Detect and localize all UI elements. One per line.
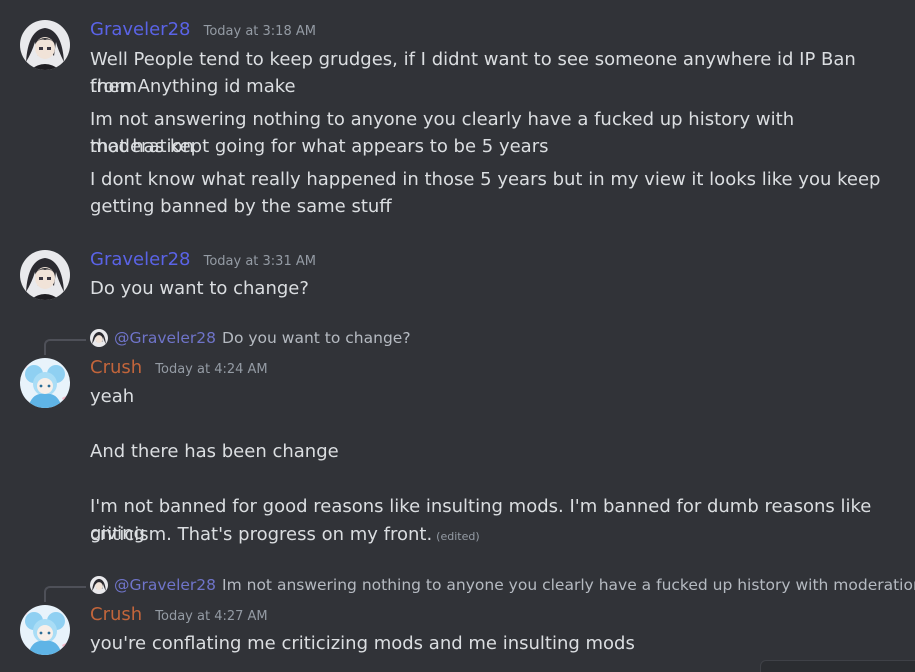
graveler-avatar[interactable]	[20, 250, 70, 300]
graveler-avatar[interactable]	[20, 20, 70, 70]
chat-messages: Graveler28 Today at 3:18 AM Well People …	[0, 0, 915, 672]
timestamp[interactable]: Today at 3:18 AM	[204, 24, 316, 39]
reply-spine	[44, 586, 86, 602]
reply-preview[interactable]: @Graveler28 Im not answering nothing to …	[90, 576, 915, 594]
jump-to-present-widget[interactable]	[760, 660, 915, 672]
reply-text: Im not answering nothing to anyone you c…	[222, 576, 915, 594]
message-text: Do you want to change?	[90, 278, 309, 299]
username[interactable]: Graveler28	[90, 249, 191, 270]
message-header: Graveler28 Today at 3:18 AM	[90, 19, 316, 40]
message-header: Crush Today at 4:27 AM	[90, 604, 268, 625]
username[interactable]: Crush	[90, 357, 142, 378]
message-text: that has kept going for what appears to …	[90, 136, 549, 157]
timestamp[interactable]: Today at 4:24 AM	[155, 362, 267, 377]
message-header: Crush Today at 4:24 AM	[90, 357, 268, 378]
crush-avatar[interactable]	[20, 358, 70, 408]
message-text: you're conflating me criticizing mods an…	[90, 633, 635, 654]
reply-preview[interactable]: @Graveler28 Do you want to change?	[90, 329, 411, 347]
reply-text: Do you want to change?	[222, 329, 411, 347]
username[interactable]: Graveler28	[90, 19, 191, 40]
edited-label: (edited)	[436, 530, 480, 543]
timestamp[interactable]: Today at 4:27 AM	[155, 609, 267, 624]
message-text: I dont know what really happened in thos…	[90, 169, 881, 190]
graveler-mini-avatar	[90, 329, 108, 347]
message-text: And there has been change	[90, 441, 339, 462]
message-text: getting banned by the same stuff	[90, 196, 392, 217]
reply-mention[interactable]: @Graveler28	[114, 329, 216, 347]
timestamp[interactable]: Today at 3:31 AM	[204, 254, 316, 269]
crush-avatar[interactable]	[20, 605, 70, 655]
username[interactable]: Crush	[90, 604, 142, 625]
message-header: Graveler28 Today at 3:31 AM	[90, 249, 316, 270]
message-text: from Anything id make	[90, 76, 296, 97]
reply-spine	[44, 339, 86, 355]
graveler-mini-avatar	[90, 576, 108, 594]
message-text: yeah	[90, 386, 135, 407]
reply-mention[interactable]: @Graveler28	[114, 576, 216, 594]
message-text: criticism. That's progress on my front.(…	[90, 521, 890, 550]
message-text-content: criticism. That's progress on my front.	[90, 524, 433, 545]
